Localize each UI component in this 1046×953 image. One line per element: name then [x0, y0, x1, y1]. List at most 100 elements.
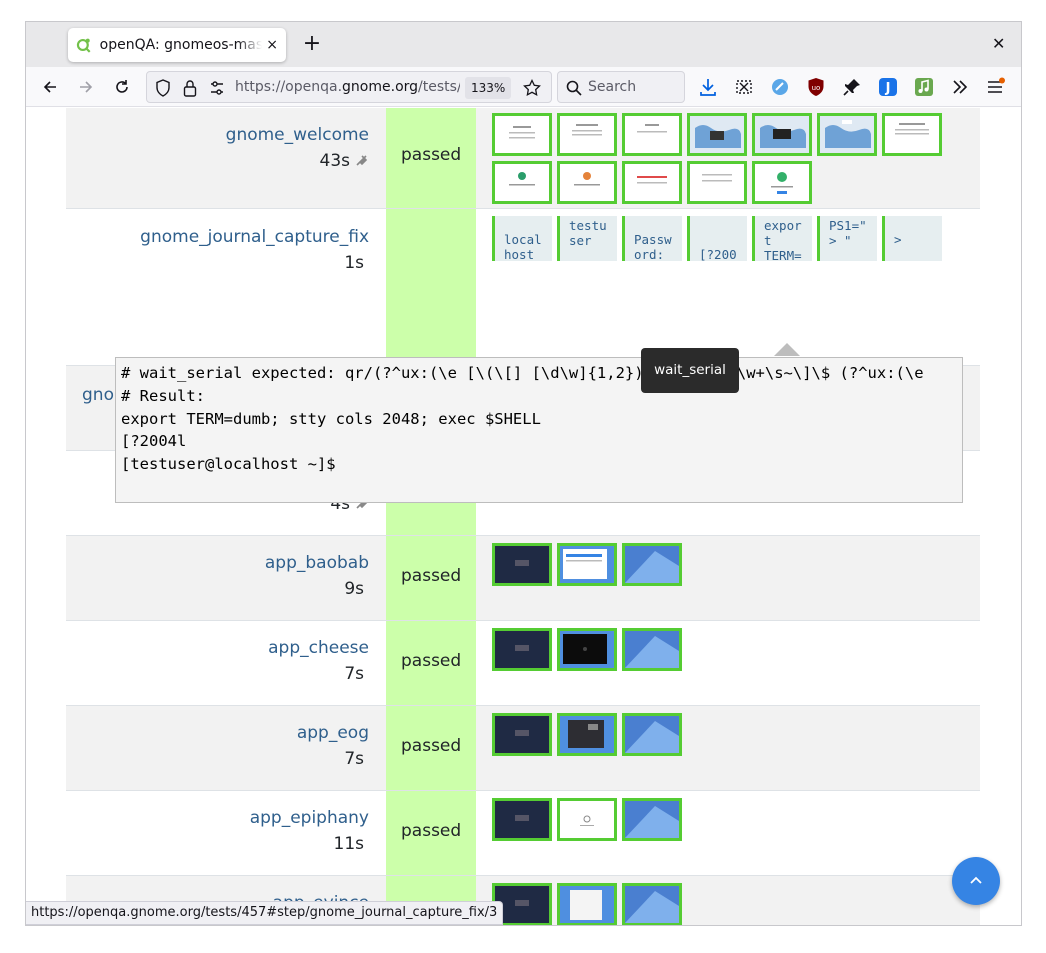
- screenshot-thumbnail[interactable]: [492, 113, 552, 156]
- screenshot-icon[interactable]: [734, 77, 754, 97]
- tab-openqa[interactable]: openQA: gnomeos-master ×: [68, 28, 286, 62]
- screenshot-thumbnail[interactable]: [622, 883, 682, 925]
- plug-icon[interactable]: [355, 153, 369, 167]
- bookmark-star-icon[interactable]: [523, 79, 541, 97]
- serial-output-box[interactable]: testu ser: [557, 216, 617, 261]
- test-duration: 1s: [344, 253, 364, 273]
- test-name-cell: gnome_welcome 43s: [66, 108, 386, 208]
- screenshot-thumbnail[interactable]: [622, 543, 682, 586]
- result-text: passed: [401, 651, 462, 671]
- wait-serial-tooltip: wait_serial: [641, 348, 739, 393]
- screenshot-thumbnail[interactable]: [557, 883, 617, 925]
- popup-output-line: [testuser@localhost ~]$: [121, 455, 336, 473]
- thumb-image: [495, 886, 549, 923]
- hamburger-menu-icon[interactable]: [986, 77, 1006, 97]
- screenshot-thumbnail[interactable]: [687, 161, 747, 204]
- screenshot-thumbnail[interactable]: [557, 543, 617, 586]
- back-button[interactable]: [38, 75, 62, 99]
- thumb-image: [495, 164, 549, 201]
- serial-output-box[interactable]: expor t TERM=: [752, 216, 812, 261]
- screenshot-thumbnail[interactable]: [752, 113, 812, 156]
- screenshot-thumbnail[interactable]: [557, 161, 617, 204]
- screenshot-thumbnail[interactable]: [622, 628, 682, 671]
- tab-title: openQA: gnomeos-master: [99, 37, 263, 53]
- thumb-image: [625, 116, 679, 153]
- thumb-image: [495, 116, 549, 153]
- screenshot-thumbnail[interactable]: [492, 798, 552, 841]
- result-text: passed: [401, 566, 462, 586]
- search-input[interactable]: Search: [588, 79, 636, 95]
- screenshot-thumbnail[interactable]: [557, 628, 617, 671]
- thumb-image: [495, 631, 549, 668]
- screenshot-thumbnail[interactable]: [557, 798, 617, 841]
- screenshot-thumbnail[interactable]: [882, 113, 942, 156]
- screenshot-thumbnail[interactable]: [817, 113, 877, 156]
- overflow-chevrons-icon[interactable]: [950, 77, 970, 97]
- zoom-indicator[interactable]: 133%: [465, 77, 512, 99]
- openqa-favicon-icon: [76, 38, 91, 53]
- screenshot-thumbnail[interactable]: [687, 113, 747, 156]
- test-link[interactable]: app_baobab: [265, 553, 369, 573]
- thumb-image: [690, 116, 744, 153]
- url-text: https://openqa.gnome.org/tests/: [235, 79, 460, 95]
- forward-button[interactable]: [74, 75, 98, 99]
- svg-text:uo: uo: [812, 84, 821, 92]
- thumb-image: [560, 801, 614, 838]
- result-cell: passed: [386, 621, 476, 705]
- scroll-to-top-button[interactable]: [952, 857, 1000, 905]
- screenshot-thumbnail[interactable]: [622, 713, 682, 756]
- pin-icon[interactable]: [842, 77, 862, 97]
- test-name-cell: app_eog 7s: [66, 706, 386, 790]
- test-link[interactable]: gno: [82, 385, 114, 405]
- page-content: gnome_welcome 43s passed gnome_journal_c…: [26, 108, 1021, 925]
- screenshot-thumbnail[interactable]: [622, 798, 682, 841]
- screenshot-thumbnail[interactable]: [557, 713, 617, 756]
- navigation-toolbar: https://openqa.gnome.org/tests/ 133% Sea…: [26, 67, 1021, 107]
- test-link[interactable]: app_cheese: [268, 638, 369, 658]
- serial-output-box[interactable]: PS1=" > ": [817, 216, 877, 261]
- thumb-image: [560, 164, 614, 201]
- table-row: app_baobab 9s passed: [66, 535, 980, 620]
- screenshot-thumbnail[interactable]: [492, 543, 552, 586]
- serial-output-box[interactable]: Passw ord:: [622, 216, 682, 261]
- result-cell: [386, 209, 476, 365]
- test-name-cell: app_baobab 9s: [66, 536, 386, 620]
- result-cell: passed: [386, 706, 476, 790]
- music-icon[interactable]: [914, 77, 934, 97]
- permissions-icon[interactable]: [209, 80, 225, 96]
- tab-close-icon[interactable]: ×: [266, 37, 278, 53]
- reload-button[interactable]: [110, 75, 134, 99]
- screenshot-thumbnail[interactable]: [492, 713, 552, 756]
- thumb-image: [755, 116, 809, 153]
- table-row: app_epiphany 11s passed: [66, 790, 980, 875]
- thumb-image: [495, 546, 549, 583]
- shield-icon[interactable]: [155, 79, 171, 97]
- search-bar[interactable]: Search: [557, 71, 685, 103]
- test-link[interactable]: gnome_journal_capture_fix: [140, 227, 369, 247]
- extension-blue-icon[interactable]: [770, 77, 790, 97]
- test-link[interactable]: app_eog: [297, 723, 369, 743]
- duration-text: 43s: [319, 151, 351, 171]
- table-row: app_cheese 7s passed: [66, 620, 980, 705]
- table-row: gnome_journal_capture_fix 1s local host …: [66, 208, 980, 365]
- screenshot-thumbnail[interactable]: [557, 113, 617, 156]
- lock-icon[interactable]: [183, 79, 197, 97]
- ublock-icon[interactable]: uo: [806, 77, 826, 97]
- chevron-up-icon: [970, 876, 982, 884]
- screenshot-thumbnail[interactable]: [492, 161, 552, 204]
- test-link[interactable]: gnome_welcome: [226, 125, 369, 145]
- download-icon[interactable]: [698, 77, 718, 97]
- screenshot-thumbnail[interactable]: [622, 161, 682, 204]
- serial-output-box[interactable]: local host: [492, 216, 552, 261]
- screenshot-thumbnail[interactable]: [622, 113, 682, 156]
- extension-j-icon[interactable]: J: [878, 77, 898, 97]
- new-tab-button[interactable]: +: [300, 32, 324, 56]
- serial-output-box[interactable]: >: [882, 216, 942, 261]
- forward-arrow-icon: [80, 81, 93, 93]
- screenshot-thumbnail[interactable]: [492, 628, 552, 671]
- address-bar[interactable]: https://openqa.gnome.org/tests/ 133%: [146, 71, 552, 103]
- serial-output-box[interactable]: [?200: [687, 216, 747, 261]
- screenshot-thumbnail[interactable]: [752, 161, 812, 204]
- test-link[interactable]: app_epiphany: [250, 808, 369, 828]
- window-close-button[interactable]: ✕: [992, 34, 1005, 53]
